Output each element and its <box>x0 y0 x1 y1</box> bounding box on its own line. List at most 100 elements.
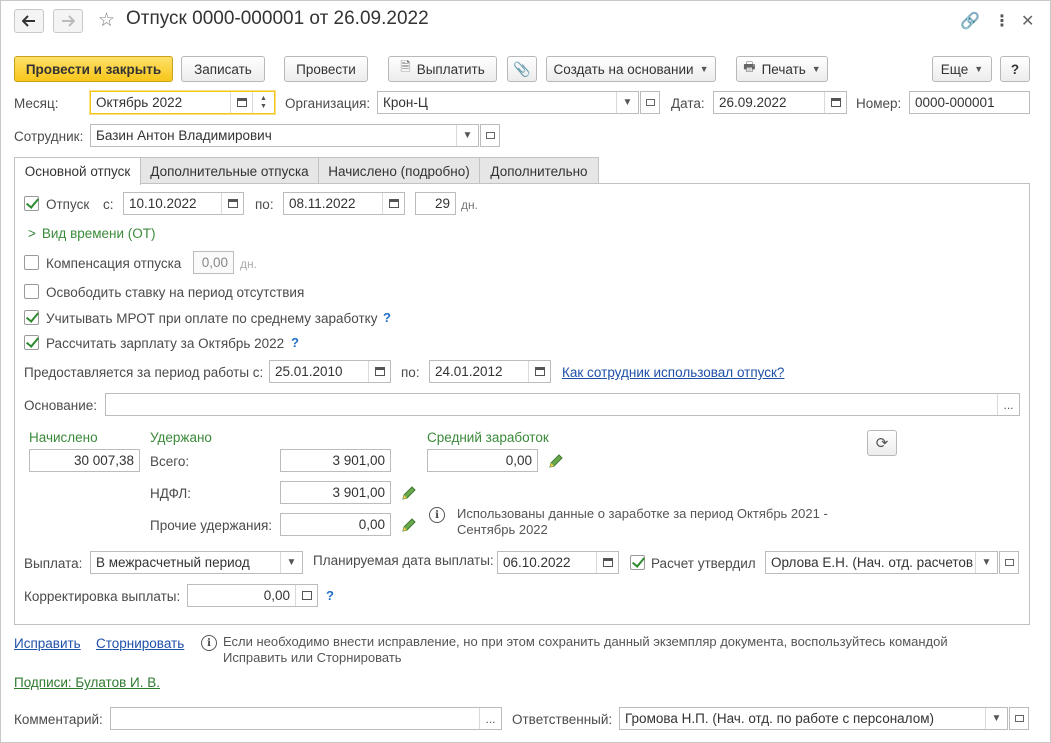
total-label: Всего: <box>150 454 190 469</box>
vacation-from-field[interactable]: 10.10.2022 <box>123 192 244 215</box>
total-withheld-field[interactable]: 3 901,00 <box>280 449 391 472</box>
print-button[interactable]: 🖶 Печать ▼ <box>736 56 828 82</box>
calendar-icon[interactable] <box>221 193 243 214</box>
calculator-icon[interactable] <box>295 585 317 606</box>
tab-additional[interactable]: Дополнительно <box>479 157 599 184</box>
earnings-info-line-1: Использованы данные о заработке за перио… <box>457 506 828 521</box>
dropdown-icon[interactable]: ▼ <box>975 552 997 573</box>
average-earnings-heading: Средний заработок <box>427 430 549 445</box>
other-withholdings-label: Прочие удержания: <box>150 518 273 533</box>
basis-field[interactable]: ... <box>105 393 1020 416</box>
tab-main-vacation[interactable]: Основной отпуск <box>14 157 141 185</box>
compensation-checkbox[interactable] <box>24 255 39 270</box>
fix-link[interactable]: Исправить <box>14 636 81 651</box>
tab-accrued-detailed[interactable]: Начислено (подробно) <box>318 157 480 184</box>
other-withholdings-field[interactable]: 0,00 <box>280 513 391 536</box>
calc-salary-checkbox[interactable] <box>24 335 39 350</box>
approved-by-field[interactable]: Орлова Е.Н. (Нач. отд. расчетов ▼ <box>765 551 998 574</box>
free-rate-label: Освободить ставку на период отсутствия <box>46 285 305 300</box>
dropdown-icon[interactable]: ▼ <box>280 552 302 573</box>
comment-field[interactable]: ... <box>110 707 502 730</box>
pencil-icon[interactable] <box>401 485 417 501</box>
info-icon: i <box>429 507 445 523</box>
calendar-icon[interactable] <box>596 552 618 573</box>
forward-button[interactable] <box>53 9 83 33</box>
month-field[interactable]: Октябрь 2022 ▲ ▼ <box>90 91 275 114</box>
vacation-days-field[interactable]: 29 <box>415 192 456 215</box>
more-vertical-icon[interactable]: ⋮ <box>994 11 1010 31</box>
help-question-icon[interactable]: ? <box>326 588 334 603</box>
time-kind-toggle[interactable]: > Вид времени (ОТ) <box>28 226 156 241</box>
save-button[interactable]: Записать <box>181 56 265 82</box>
back-button[interactable] <box>14 9 44 33</box>
help-question-icon[interactable]: ? <box>291 335 299 350</box>
month-spinner[interactable]: ▲ ▼ <box>252 92 274 113</box>
open-employee-button[interactable] <box>480 124 500 147</box>
reverse-link[interactable]: Сторнировать <box>96 636 184 651</box>
tab-additional-vacations[interactable]: Дополнительные отпуска <box>140 157 319 184</box>
calendar-icon[interactable] <box>230 92 252 113</box>
open-icon <box>1004 559 1014 566</box>
refresh-icon: ⟳ <box>875 435 889 452</box>
average-earnings-field[interactable]: 0,00 <box>427 449 538 472</box>
free-rate-checkbox[interactable] <box>24 284 39 299</box>
dropdown-icon[interactable]: ▼ <box>985 708 1007 729</box>
work-period-from-field[interactable]: 25.01.2010 <box>269 360 391 383</box>
comment-label: Комментарий: <box>14 712 103 727</box>
date-field[interactable]: 26.09.2022 <box>713 91 847 114</box>
more-button[interactable]: Еще ▼ <box>932 56 992 82</box>
link-icon[interactable]: 🔗 <box>960 11 980 31</box>
date-label: Дата: <box>671 96 705 111</box>
vacation-usage-link[interactable]: Как сотрудник использовал отпуск? <box>562 365 784 380</box>
calendar-icon[interactable] <box>528 361 550 382</box>
caret-down-icon: ▼ <box>974 64 984 74</box>
compensation-days-field[interactable]: 0,00 <box>193 251 234 274</box>
correction-hint: Если необходимо внести исправление, но п… <box>223 634 948 666</box>
star-icon[interactable]: ☆ <box>98 9 115 32</box>
pencil-icon[interactable] <box>548 453 564 469</box>
post-button[interactable]: Провести <box>284 56 368 82</box>
date-value: 26.09.2022 <box>719 95 787 110</box>
post-and-close-button[interactable]: Провести и закрыть <box>14 56 173 82</box>
correction-hint-line-2: Исправить или Сторнировать <box>223 650 402 665</box>
vacation-checkbox[interactable] <box>24 196 39 211</box>
payment-field[interactable]: В межрасчетный период ▼ <box>90 551 303 574</box>
ndfl-field[interactable]: 3 901,00 <box>280 481 391 504</box>
refresh-button[interactable]: ⟳ <box>867 430 897 456</box>
caret-down-icon: ▼ <box>699 64 709 74</box>
close-icon[interactable]: ✕ <box>1021 11 1034 31</box>
work-period-to-field[interactable]: 24.01.2012 <box>429 360 551 383</box>
vacation-to-field[interactable]: 08.11.2022 <box>283 192 405 215</box>
calendar-icon[interactable] <box>382 193 404 214</box>
pencil-icon[interactable] <box>401 517 417 533</box>
correction-field[interactable]: 0,00 <box>187 584 318 607</box>
approved-checkbox[interactable] <box>630 555 645 570</box>
attach-button[interactable]: 📎 <box>507 56 537 82</box>
help-question-icon[interactable]: ? <box>383 310 391 325</box>
help-button[interactable]: ? <box>1000 56 1030 82</box>
mrot-checkbox[interactable] <box>24 310 39 325</box>
earnings-info-line-2: Сентябрь 2022 <box>457 522 548 537</box>
organization-field[interactable]: Крон-Ц ▼ <box>377 91 639 114</box>
open-responsible-button[interactable] <box>1009 707 1029 730</box>
dropdown-icon[interactable]: ▼ <box>616 92 638 113</box>
printer-icon: 🖶 <box>743 59 756 74</box>
open-organization-button[interactable] <box>640 91 660 114</box>
to-label: по: <box>255 197 274 212</box>
responsible-field[interactable]: Громова Н.П. (Нач. отд. по работе с перс… <box>619 707 1008 730</box>
payment-value: В межрасчетный период <box>96 555 250 570</box>
signatures-link[interactable]: Подписи: Булатов И. В. <box>14 675 160 690</box>
employee-field[interactable]: Базин Антон Владимирович ▼ <box>90 124 479 147</box>
ellipsis-icon[interactable]: ... <box>997 394 1019 415</box>
calendar-icon[interactable] <box>368 361 390 382</box>
open-approved-by-button[interactable] <box>999 551 1019 574</box>
planned-date-field[interactable]: 06.10.2022 <box>497 551 619 574</box>
pay-button[interactable]: 🗎 Выплатить <box>388 56 497 82</box>
calendar-icon[interactable] <box>824 92 846 113</box>
dropdown-icon[interactable]: ▼ <box>456 125 478 146</box>
accrued-field[interactable]: 30 007,38 <box>29 449 140 472</box>
create-based-button[interactable]: Создать на основании ▼ <box>546 56 716 82</box>
ellipsis-icon[interactable]: ... <box>479 708 501 729</box>
employee-label: Сотрудник: <box>14 129 84 144</box>
number-field[interactable]: 0000-000001 <box>909 91 1030 114</box>
